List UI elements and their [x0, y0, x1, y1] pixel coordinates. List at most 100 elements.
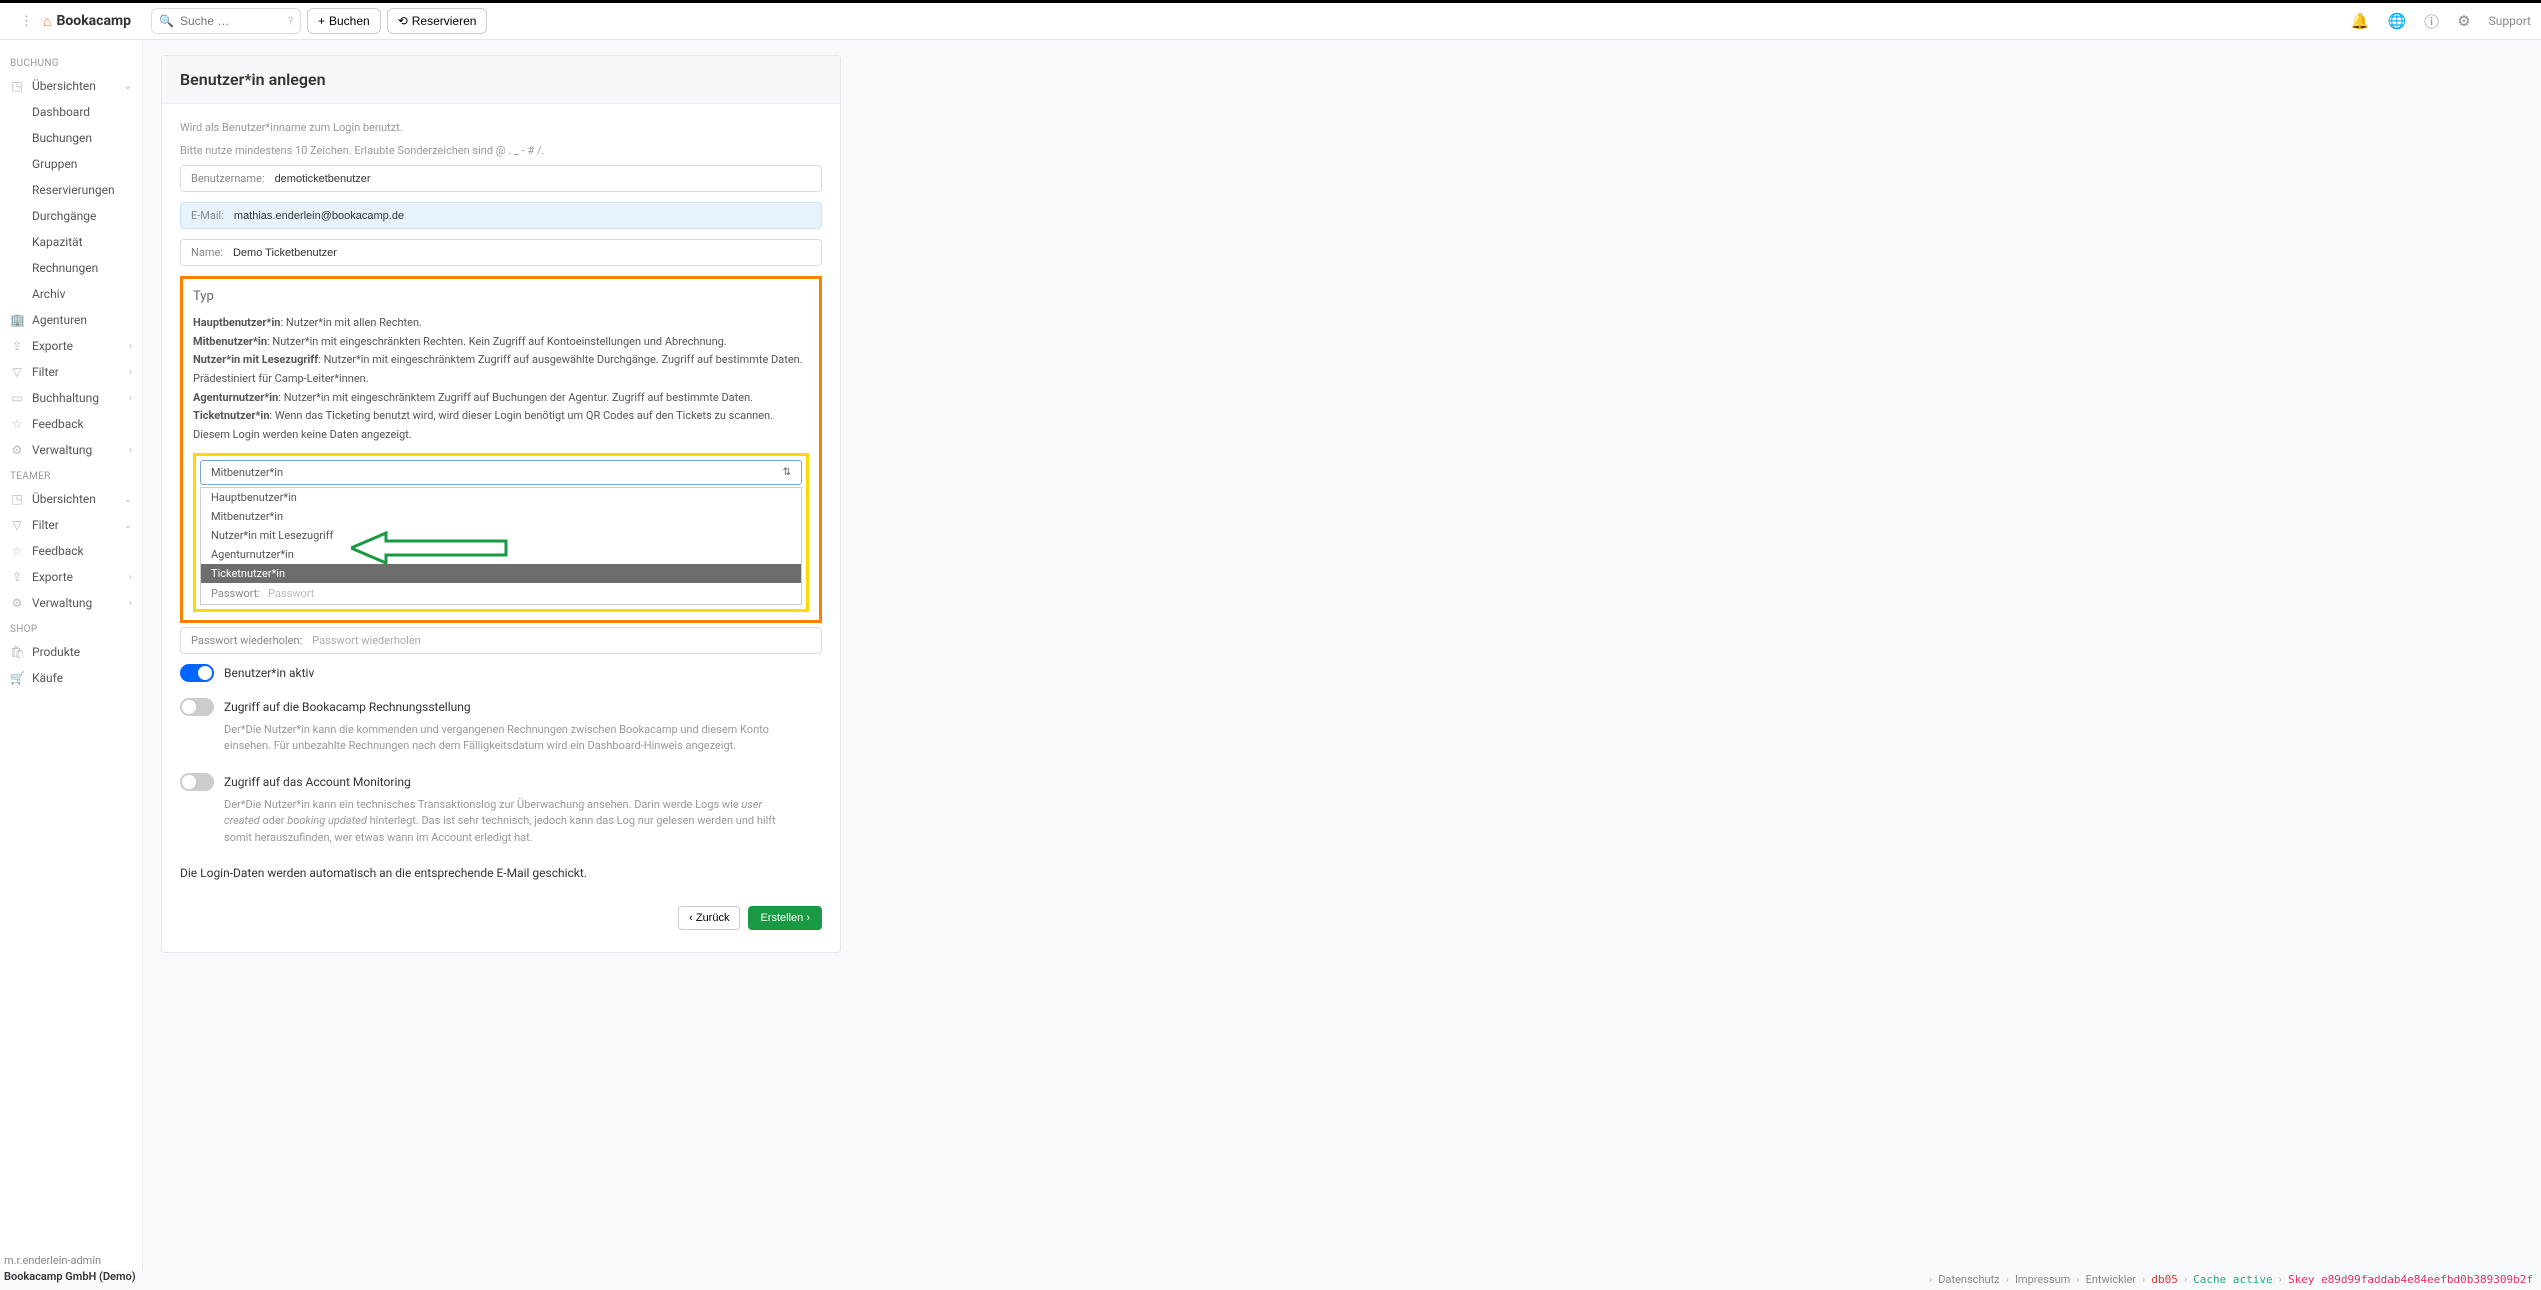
toggle-monitoring-help: Der*Die Nutzer*in kann ein technisches T…: [180, 797, 800, 855]
main-content: Benutzer*in anlegen Wird als Benutzer*in…: [143, 40, 2541, 1270]
info-icon[interactable]: ⓘ: [2424, 11, 2439, 32]
footer-impressum[interactable]: Impressum: [2015, 1273, 2070, 1286]
sidebar-item-t-feedback[interactable]: ☆Feedback: [0, 538, 142, 564]
chevron-down-icon: ⌄: [124, 81, 132, 92]
password-label: Passwort:: [211, 587, 260, 600]
toggle-monitoring-row: Zugriff auf das Account Monitoring: [180, 763, 822, 797]
help-text-1: Wird als Benutzer*inname zum Login benut…: [180, 120, 822, 137]
bell-icon[interactable]: 🔔: [2351, 12, 2370, 30]
buchen-button[interactable]: +Buchen: [307, 8, 381, 34]
sidebar-footer: m.r.enderlein-admin Bookacamp GmbH (Demo…: [4, 1253, 136, 1284]
chevron-down-icon: ⌄: [124, 494, 132, 505]
sidebar-sub-reservierungen[interactable]: Reservierungen: [0, 177, 142, 203]
sidebar-item-buchhaltung[interactable]: ▭Buchhaltung›: [0, 385, 142, 411]
feedback-icon: ☆: [10, 544, 24, 558]
create-button[interactable]: Erstellen ›: [748, 906, 822, 930]
chevron-right-icon: ›: [129, 393, 132, 404]
sidebar-sub-buchungen[interactable]: Buchungen: [0, 125, 142, 151]
sidebar-sub-archiv[interactable]: Archiv: [0, 281, 142, 307]
name-label: Name:: [191, 246, 223, 259]
typ-option-haupt[interactable]: Hauptbenutzer*in: [201, 488, 801, 507]
topbar: ⋮ ⌂ Bookacamp 🔍 ? +Buchen ⟲Reservieren 🔔…: [0, 0, 2541, 40]
typ-description: Hauptbenutzer*in: Nutzer*in mit allen Re…: [193, 314, 809, 445]
typ-option-mit[interactable]: Mitbenutzer*in: [201, 507, 801, 526]
typ-option-agentur[interactable]: Agenturnutzer*in: [201, 545, 801, 564]
chevron-right-icon: ›: [129, 367, 132, 378]
topbar-right: 🔔 🌐 ⓘ ⚙ Support: [2351, 11, 2531, 32]
app-name: Bookacamp: [56, 13, 131, 29]
sidebar-section-shop: SHOP: [0, 616, 142, 639]
logo[interactable]: ⌂ Bookacamp: [43, 13, 131, 30]
sidebar-item-filter[interactable]: ▽Filter›: [0, 359, 142, 385]
toggle-active-label: Benutzer*in aktiv: [224, 666, 314, 680]
back-button[interactable]: ‹ Zurück: [678, 906, 740, 930]
app-menu-icon[interactable]: ⋮: [10, 14, 43, 29]
sidebar-item-produkte[interactable]: 🛍Produkte: [0, 639, 142, 665]
toggle-monitoring[interactable]: [180, 773, 214, 791]
sidebar-item-feedback[interactable]: ☆Feedback: [0, 411, 142, 437]
email-input[interactable]: [234, 210, 811, 222]
sidebar-item-uebersichten[interactable]: ◳ Übersichten ⌄: [0, 73, 142, 99]
tent-icon: ⌂: [43, 13, 51, 30]
sidebar-section-teamer: TEAMER: [0, 463, 142, 486]
support-link[interactable]: Support: [2489, 14, 2531, 28]
create-user-panel: Benutzer*in anlegen Wird als Benutzer*in…: [161, 55, 841, 953]
settings-icon[interactable]: ⚙: [2457, 12, 2470, 30]
feedback-icon: ☆: [10, 417, 24, 431]
toggle-billing-row: Zugriff auf die Bookacamp Rechnungsstell…: [180, 688, 822, 722]
page-footer: ›Datenschutz ›Impressum ›Entwickler ›db0…: [1929, 1273, 2533, 1286]
toggle-monitoring-label: Zugriff auf das Account Monitoring: [224, 775, 411, 789]
product-icon: 🛍: [10, 645, 24, 659]
select-chevron-icon: ⇅: [783, 467, 791, 478]
sidebar-item-agenturen[interactable]: 🏢Agenturen: [0, 307, 142, 333]
chevron-right-icon: ›: [129, 598, 132, 609]
cart-icon: 🛒: [10, 671, 24, 685]
toggle-billing[interactable]: [180, 698, 214, 716]
typ-option-lese[interactable]: Nutzer*in mit Lesezugriff: [201, 526, 801, 545]
filter-icon: ▽: [10, 518, 24, 532]
password-repeat-placeholder: Passwort wiederholen: [312, 634, 421, 647]
sidebar-item-kaeufe[interactable]: 🛒Käufe: [0, 665, 142, 691]
sidebar-sub-rechnungen[interactable]: Rechnungen: [0, 255, 142, 281]
sidebar-sub-kapazitaet[interactable]: Kapazität: [0, 229, 142, 255]
panel-footer: ‹ Zurück Erstellen ›: [180, 896, 822, 934]
footer-datenschutz[interactable]: Datenschutz: [1938, 1273, 1999, 1286]
overview-icon: ◳: [10, 79, 24, 93]
sidebar-item-exporte[interactable]: ⇪Exporte›: [0, 333, 142, 359]
footer-key: Skey e89d99faddab4e84eefbd0b389309b2f: [2288, 1273, 2533, 1286]
sidebar-sub-durchgaenge[interactable]: Durchgänge: [0, 203, 142, 229]
password-repeat-label: Passwort wiederholen:: [191, 634, 302, 647]
plus-icon: +: [318, 14, 325, 28]
footer-cache: Cache active: [2193, 1273, 2272, 1286]
name-input[interactable]: [233, 247, 811, 259]
sidebar-item-t-filter[interactable]: ▽Filter⌄: [0, 512, 142, 538]
username-field[interactable]: Benutzername:: [180, 165, 822, 192]
toggle-active[interactable]: [180, 664, 214, 682]
help-icon[interactable]: ?: [288, 15, 293, 28]
typ-select-highlight: Mitbenutzer*in ⇅ Hauptbenutzer*in Mitben…: [193, 453, 809, 612]
password-repeat-field[interactable]: Passwort wiederholen: Passwort wiederhol…: [180, 627, 822, 654]
typ-highlight-box: Typ Hauptbenutzer*in: Nutzer*in mit alle…: [180, 276, 822, 623]
typ-option-ticket[interactable]: Ticketnutzer*in: [201, 564, 801, 583]
sidebar-item-verwaltung[interactable]: ⚙Verwaltung›: [0, 437, 142, 463]
password-row-overlay: Passwort: Passwort: [201, 583, 801, 604]
sidebar-sub-gruppen[interactable]: Gruppen: [0, 151, 142, 177]
chevron-down-icon: ⌄: [124, 520, 132, 531]
email-field[interactable]: E-Mail:: [180, 202, 822, 229]
sidebar-item-t-exporte[interactable]: ⇪Exporte›: [0, 564, 142, 590]
filter-icon: ▽: [10, 365, 24, 379]
chevron-right-icon: ›: [129, 572, 132, 583]
username-input[interactable]: [275, 173, 811, 185]
name-field[interactable]: Name:: [180, 239, 822, 266]
chevron-right-icon: ›: [129, 341, 132, 352]
password-placeholder: Passwort: [268, 587, 314, 600]
globe-icon[interactable]: 🌐: [2387, 12, 2406, 30]
sidebar-item-t-verwaltung[interactable]: ⚙Verwaltung›: [0, 590, 142, 616]
email-label: E-Mail:: [191, 209, 224, 222]
reservieren-button[interactable]: ⟲Reservieren: [387, 8, 488, 34]
typ-select[interactable]: Mitbenutzer*in ⇅: [200, 460, 802, 485]
footer-entwickler[interactable]: Entwickler: [2086, 1273, 2136, 1286]
panel-header: Benutzer*in anlegen: [162, 56, 840, 104]
sidebar-sub-dashboard[interactable]: Dashboard: [0, 99, 142, 125]
sidebar-item-t-uebersichten[interactable]: ◳Übersichten⌄: [0, 486, 142, 512]
